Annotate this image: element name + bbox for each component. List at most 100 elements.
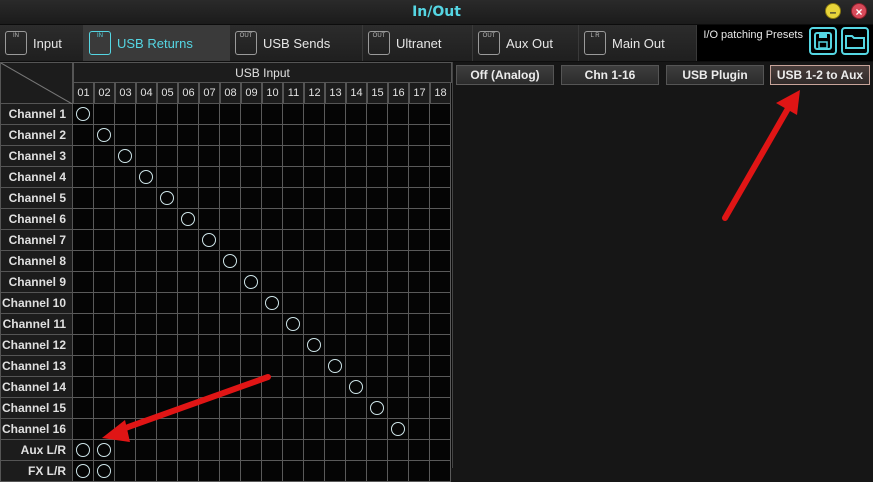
matrix-cell[interactable] <box>178 314 199 335</box>
matrix-cell[interactable] <box>178 377 199 398</box>
matrix-cell[interactable] <box>430 314 451 335</box>
matrix-cell[interactable] <box>178 293 199 314</box>
matrix-cell[interactable] <box>199 440 220 461</box>
matrix-cell[interactable] <box>115 356 136 377</box>
matrix-cell[interactable] <box>367 377 388 398</box>
matrix-cell[interactable] <box>199 125 220 146</box>
matrix-cell[interactable] <box>157 314 178 335</box>
matrix-cell[interactable] <box>136 356 157 377</box>
matrix-cell[interactable] <box>115 398 136 419</box>
matrix-cell[interactable] <box>388 461 409 482</box>
matrix-cell[interactable] <box>241 398 262 419</box>
matrix-cell[interactable] <box>73 188 94 209</box>
matrix-cell[interactable] <box>409 377 430 398</box>
matrix-cell[interactable] <box>388 125 409 146</box>
matrix-cell[interactable] <box>283 377 304 398</box>
matrix-cell[interactable] <box>115 335 136 356</box>
matrix-cell[interactable] <box>304 251 325 272</box>
matrix-cell[interactable] <box>325 167 346 188</box>
matrix-cell[interactable] <box>262 272 283 293</box>
matrix-cell[interactable] <box>136 293 157 314</box>
matrix-cell[interactable] <box>388 167 409 188</box>
matrix-cell[interactable] <box>346 104 367 125</box>
matrix-cell[interactable] <box>388 230 409 251</box>
matrix-cell[interactable] <box>178 230 199 251</box>
matrix-cell[interactable] <box>283 209 304 230</box>
matrix-cell[interactable] <box>430 167 451 188</box>
matrix-cell[interactable] <box>178 461 199 482</box>
matrix-cell[interactable] <box>199 272 220 293</box>
matrix-cell[interactable] <box>73 272 94 293</box>
matrix-cell[interactable] <box>409 251 430 272</box>
matrix-cell[interactable] <box>241 419 262 440</box>
preset-usb-1-2-to-aux-button[interactable]: USB 1-2 to Aux <box>770 65 870 85</box>
matrix-cell[interactable] <box>346 419 367 440</box>
tab-ultranet[interactable]: OUT Ultranet <box>363 25 473 61</box>
preset-chn-1-16-button[interactable]: Chn 1-16 <box>561 65 659 85</box>
matrix-cell[interactable] <box>367 419 388 440</box>
matrix-cell[interactable] <box>262 209 283 230</box>
matrix-cell[interactable] <box>325 398 346 419</box>
matrix-cell[interactable] <box>73 125 94 146</box>
matrix-cell[interactable] <box>73 398 94 419</box>
matrix-cell[interactable] <box>136 104 157 125</box>
matrix-cell[interactable] <box>283 188 304 209</box>
matrix-cell[interactable] <box>304 188 325 209</box>
matrix-cell[interactable] <box>325 314 346 335</box>
matrix-cell[interactable] <box>388 356 409 377</box>
matrix-cell[interactable] <box>115 461 136 482</box>
matrix-cell[interactable] <box>136 167 157 188</box>
matrix-cell[interactable] <box>430 419 451 440</box>
matrix-cell[interactable] <box>325 104 346 125</box>
matrix-cell[interactable] <box>262 398 283 419</box>
matrix-cell[interactable] <box>283 314 304 335</box>
matrix-cell[interactable] <box>304 104 325 125</box>
matrix-cell[interactable] <box>136 314 157 335</box>
matrix-cell[interactable] <box>73 104 94 125</box>
matrix-cell[interactable] <box>94 272 115 293</box>
matrix-cell[interactable] <box>283 419 304 440</box>
matrix-cell[interactable] <box>262 440 283 461</box>
matrix-cell[interactable] <box>430 293 451 314</box>
matrix-cell[interactable] <box>283 293 304 314</box>
matrix-cell[interactable] <box>94 314 115 335</box>
matrix-cell[interactable] <box>388 440 409 461</box>
matrix-cell[interactable] <box>199 314 220 335</box>
matrix-cell[interactable] <box>94 167 115 188</box>
matrix-cell[interactable] <box>199 146 220 167</box>
matrix-cell[interactable] <box>430 272 451 293</box>
matrix-cell[interactable] <box>220 209 241 230</box>
matrix-cell[interactable] <box>346 146 367 167</box>
matrix-cell[interactable] <box>262 461 283 482</box>
matrix-cell[interactable] <box>346 230 367 251</box>
matrix-cell[interactable] <box>388 104 409 125</box>
preset-usb-plugin-button[interactable]: USB Plugin <box>666 65 764 85</box>
matrix-cell[interactable] <box>94 293 115 314</box>
matrix-cell[interactable] <box>220 125 241 146</box>
matrix-cell[interactable] <box>430 209 451 230</box>
matrix-cell[interactable] <box>283 125 304 146</box>
matrix-cell[interactable] <box>304 356 325 377</box>
matrix-cell[interactable] <box>283 461 304 482</box>
preset-off-analog-button[interactable]: Off (Analog) <box>456 65 554 85</box>
matrix-cell[interactable] <box>346 167 367 188</box>
matrix-cell[interactable] <box>367 272 388 293</box>
matrix-cell[interactable] <box>367 440 388 461</box>
matrix-cell[interactable] <box>157 230 178 251</box>
matrix-cell[interactable] <box>73 440 94 461</box>
matrix-cell[interactable] <box>283 356 304 377</box>
tab-aux-out[interactable]: OUT Aux Out <box>473 25 579 61</box>
matrix-cell[interactable] <box>388 314 409 335</box>
matrix-cell[interactable] <box>73 167 94 188</box>
matrix-cell[interactable] <box>178 272 199 293</box>
matrix-cell[interactable] <box>325 272 346 293</box>
matrix-cell[interactable] <box>220 230 241 251</box>
matrix-cell[interactable] <box>94 356 115 377</box>
matrix-cell[interactable] <box>220 461 241 482</box>
matrix-cell[interactable] <box>304 377 325 398</box>
matrix-cell[interactable] <box>367 230 388 251</box>
matrix-cell[interactable] <box>157 209 178 230</box>
matrix-cell[interactable] <box>346 188 367 209</box>
matrix-cell[interactable] <box>220 272 241 293</box>
matrix-cell[interactable] <box>430 230 451 251</box>
